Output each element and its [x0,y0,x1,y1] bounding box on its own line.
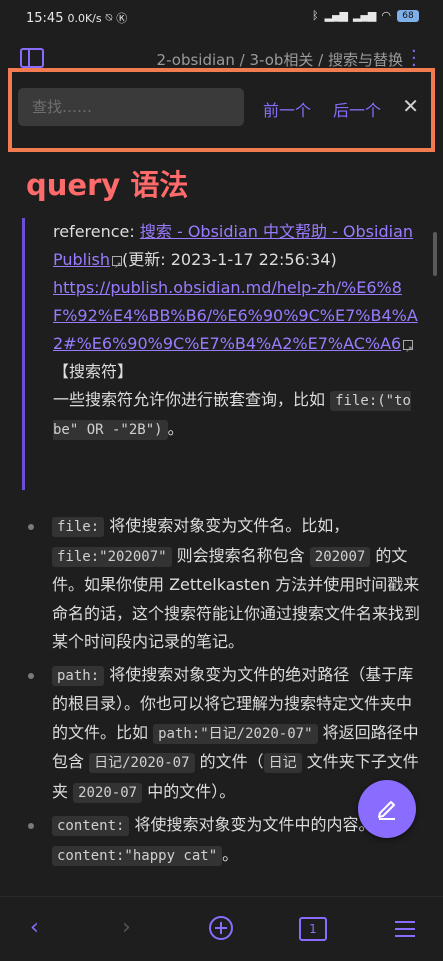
page-title: query 语法 [26,168,189,202]
status-speed: 0.0K/s [67,11,102,25]
forward-icon[interactable]: › [122,915,131,940]
bottom-bar: ‹ › 1 [0,896,443,961]
search-input[interactable] [18,88,244,126]
list-item: file: 将使搜索对象变为文件名。比如， file:"202007" 则会搜索… [22,512,422,657]
prev-match-button[interactable]: 前一个 [263,97,311,121]
app-notification-icon: Ⓚ [116,12,128,25]
wifi-icon: ◠ [381,9,391,22]
breadcrumb-item[interactable]: 搜索与替换 [328,51,403,69]
scrollbar[interactable] [433,232,437,276]
breadcrumb-item[interactable]: 3-ob相关 [249,51,313,69]
edit-icon [378,801,395,820]
reference-blockquote: reference: 搜索 - Obsidian 中文帮助 - Obsidian… [22,218,422,490]
signal-icon-2: ▂▄▆ [353,9,376,22]
external-link-icon [403,336,414,364]
next-match-button[interactable]: 后一个 [333,97,381,121]
menu-icon[interactable] [394,919,416,944]
reference-url[interactable]: https://publish.obsidian.md/help-zh/%E6%… [53,278,418,353]
close-icon[interactable]: ✕ [402,94,419,119]
back-icon[interactable]: ‹ [30,915,39,940]
status-time: 15:45 [26,10,64,26]
status-bar: 15:45 0.0K/s ⍉ Ⓚ ᛒ ▂▄▆ ▂▄▆ ◠ 68 [0,0,443,36]
mute-icon: ⍉ [105,11,113,24]
list-item: path: 将使搜索对象变为文件的绝对路径（基于库的根目录）。你也可以将它理解为… [22,661,422,808]
signal-icon: ▂▄▆ [324,9,348,22]
breadcrumb: 2-obsidian / 3-ob相关 / 搜索与替换 [156,51,403,69]
more-icon[interactable]: · · · [411,43,417,75]
edit-button[interactable] [358,780,416,838]
battery-icon: 68 [397,9,419,22]
new-note-icon[interactable] [208,915,234,947]
external-link-icon [112,252,123,280]
breadcrumb-item[interactable]: 2-obsidian [157,51,235,69]
search-bar: 前一个 后一个 ✕ [8,68,435,152]
tabs-icon[interactable]: 1 [299,917,327,941]
bluetooth-icon: ᛒ [312,9,319,22]
